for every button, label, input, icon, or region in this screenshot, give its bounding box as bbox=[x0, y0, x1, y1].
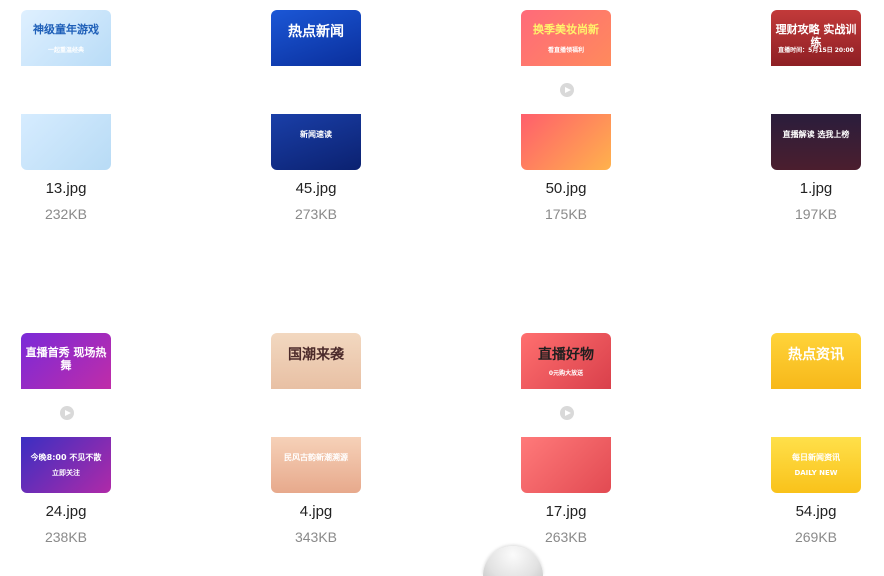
thumbnail-gap bbox=[271, 66, 361, 114]
thumbnail-top-image: 理财攻略 实战训练 直播时间：5月15日 20:00 bbox=[771, 10, 861, 66]
thumbnail-caption: 新闻速读 bbox=[300, 130, 332, 139]
file-thumbnail[interactable]: 直播好物 0元购大放送 bbox=[521, 333, 611, 493]
file-name[interactable]: 54.jpg bbox=[756, 503, 876, 520]
thumbnail-caption: 今晚8:00 不见不散 bbox=[30, 453, 102, 462]
thumbnail-bottom-image: 每日新闻资讯 DAILY NEW bbox=[771, 437, 861, 493]
file-name[interactable]: 13.jpg bbox=[6, 180, 126, 197]
file-size: 273KB bbox=[294, 206, 338, 222]
thumbnail-bottom-image bbox=[521, 114, 611, 170]
thumbnail-title: 直播首秀 现场热舞 bbox=[25, 346, 107, 372]
file-size: 343KB bbox=[294, 529, 338, 545]
file-size: 238KB bbox=[44, 529, 88, 545]
thumbnail-title: 神级童年游戏 bbox=[33, 23, 99, 36]
thumbnail-top-image: 热点新闻 bbox=[271, 10, 361, 66]
thumbnail-title: 国潮来袭 bbox=[288, 347, 344, 363]
thumbnail-bottom-image: 新闻速读 bbox=[271, 114, 361, 170]
thumbnail-bottom-image: 今晚8:00 不见不散 立即关注 bbox=[21, 437, 111, 493]
file-name[interactable]: 50.jpg bbox=[506, 180, 626, 197]
file-size: 269KB bbox=[794, 529, 838, 545]
file-thumbnail[interactable]: 热点新闻 新闻速读 bbox=[271, 10, 361, 170]
thumbnail-caption-sub: 立即关注 bbox=[52, 469, 80, 477]
thumbnail-gap bbox=[771, 389, 861, 437]
thumbnail-subtitle: 一起重温经典 bbox=[47, 47, 84, 54]
thumbnail-subtitle: 看直播领福利 bbox=[547, 47, 584, 54]
thumbnail-bottom-image bbox=[521, 437, 611, 493]
thumbnail-caption-sub: DAILY NEW bbox=[794, 469, 838, 477]
thumbnail-top-image: 直播首秀 现场热舞 bbox=[21, 333, 111, 389]
thumbnail-caption: 每日新闻资讯 bbox=[792, 453, 840, 462]
thumbnail-gap bbox=[21, 66, 111, 114]
play-icon[interactable] bbox=[560, 406, 574, 420]
thumbnail-top-image: 直播好物 0元购大放送 bbox=[521, 333, 611, 389]
thumbnail-gap bbox=[771, 66, 861, 114]
thumbnail-title: 理财攻略 实战训练 bbox=[775, 23, 857, 49]
thumbnail-title: 直播好物 bbox=[538, 347, 594, 363]
thumbnail-caption: 民风古韵新潮溯源 bbox=[284, 453, 348, 462]
file-name[interactable]: 17.jpg bbox=[506, 503, 626, 520]
thumbnail-top-image: 换季美妆尚新看直播领福利 bbox=[521, 10, 611, 66]
thumbnail-gap bbox=[271, 389, 361, 437]
thumbnail-bottom-image: 民风古韵新潮溯源 bbox=[271, 437, 361, 493]
thumbnail-caption: 直播解读 选我上榜 bbox=[782, 130, 850, 139]
thumbnail-top-image: 神级童年游戏一起重温经典 bbox=[21, 10, 111, 66]
file-size: 197KB bbox=[794, 206, 838, 222]
thumbnail-title: 热点资讯 bbox=[788, 347, 844, 363]
file-thumbnail[interactable]: 换季美妆尚新看直播领福利 bbox=[521, 10, 611, 170]
file-size: 175KB bbox=[544, 206, 588, 222]
file-size: 263KB bbox=[544, 529, 588, 545]
file-name[interactable]: 45.jpg bbox=[256, 180, 376, 197]
file-thumbnail[interactable]: 热点资讯每日新闻资讯 DAILY NEW bbox=[771, 333, 861, 493]
file-thumbnail[interactable]: 理财攻略 实战训练 直播时间：5月15日 20:00 直播解读 选我上榜 bbox=[771, 10, 861, 170]
play-icon[interactable] bbox=[60, 406, 74, 420]
file-name[interactable]: 4.jpg bbox=[256, 503, 376, 520]
thumbnail-title: 热点新闻 bbox=[288, 24, 344, 40]
thumbnail-bottom-image: 直播解读 选我上榜 bbox=[771, 114, 861, 170]
file-thumbnail[interactable]: 神级童年游戏一起重温经典 bbox=[21, 10, 111, 170]
file-name[interactable]: 1.jpg bbox=[756, 180, 876, 197]
thumbnail-bottom-image bbox=[21, 114, 111, 170]
file-thumbnail[interactable]: 直播首秀 现场热舞今晚8:00 不见不散 立即关注 bbox=[21, 333, 111, 493]
thumbnail-title: 换季美妆尚新 bbox=[533, 23, 599, 36]
thumbnail-subtitle: 直播时间：5月15日 20:00 bbox=[778, 47, 854, 54]
play-icon[interactable] bbox=[560, 83, 574, 97]
file-thumbnail[interactable]: 国潮来袭民风古韵新潮溯源 bbox=[271, 333, 361, 493]
thumbnail-subtitle: 0元购大放送 bbox=[548, 370, 584, 377]
file-size: 232KB bbox=[44, 206, 88, 222]
file-name[interactable]: 24.jpg bbox=[6, 503, 126, 520]
thumbnail-top-image: 热点资讯 bbox=[771, 333, 861, 389]
file-grid: 神级童年游戏一起重温经典 13.jpg 232KB 热点新闻新闻速读 45.jpg 273… bbox=[0, 0, 884, 562]
thumbnail-top-image: 国潮来袭 bbox=[271, 333, 361, 389]
